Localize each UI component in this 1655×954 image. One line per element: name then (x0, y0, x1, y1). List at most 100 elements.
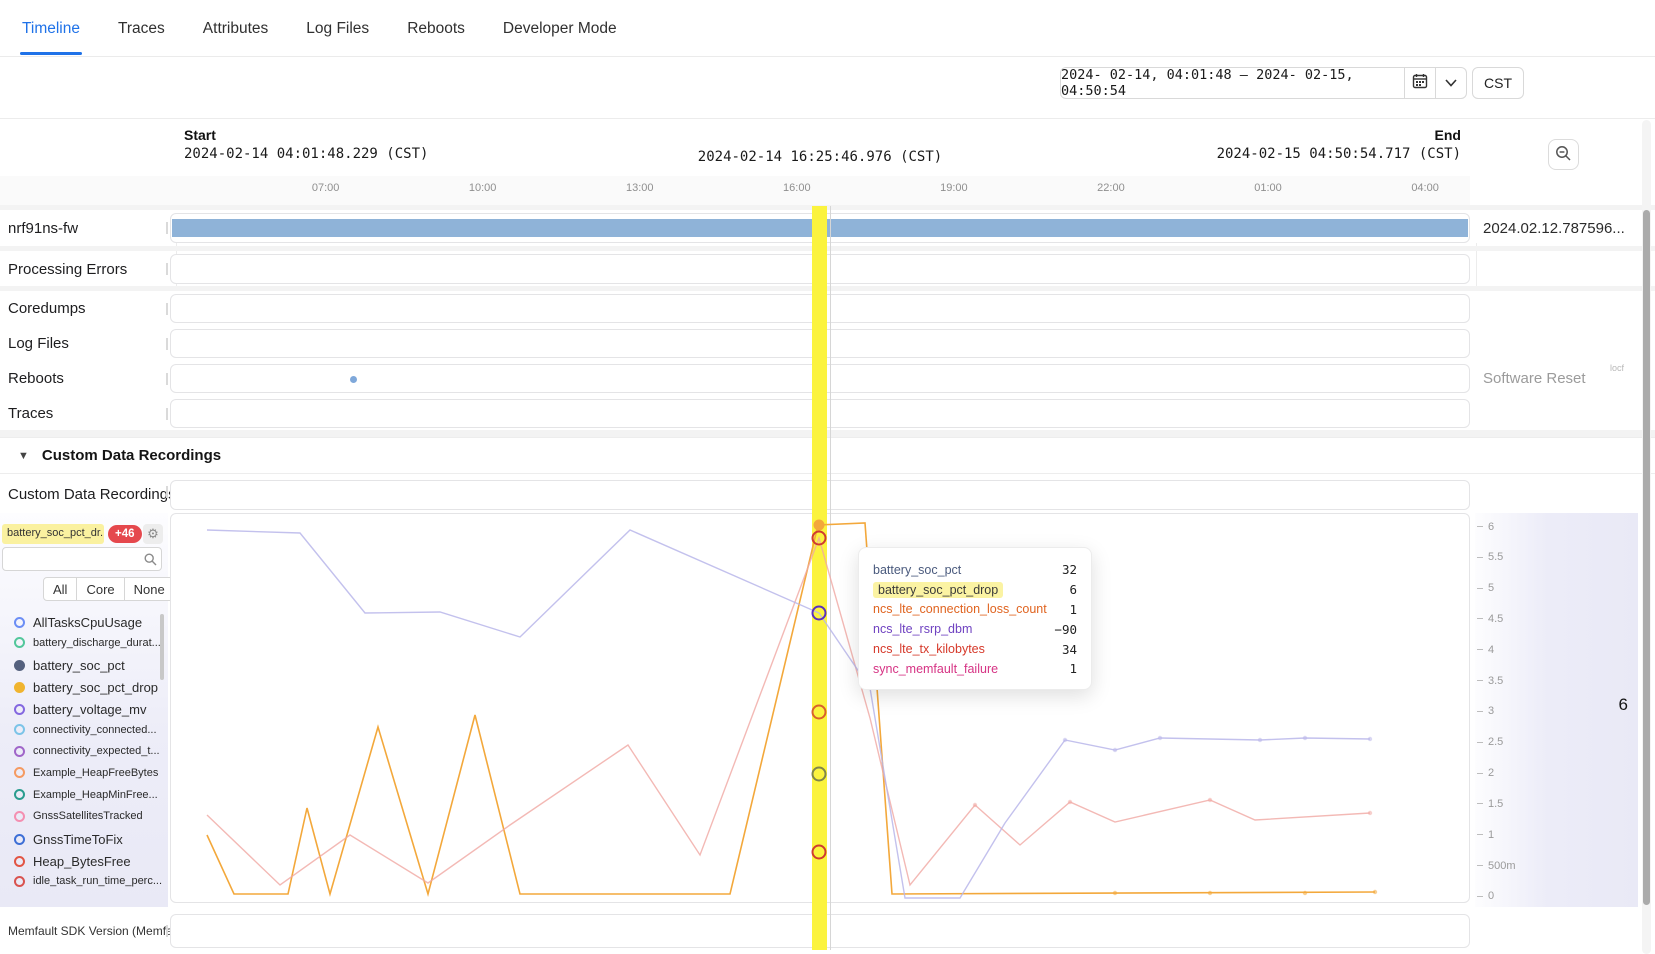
x-axis-tick-label: 04:00 (1411, 182, 1439, 194)
series-line-ncs_lte_rsrp_dbm (207, 530, 1370, 898)
metric-search (2, 547, 162, 571)
more-metrics-badge[interactable]: +46 (108, 525, 142, 543)
metric-item-connectivity_expected_t[interactable]: connectivity_expected_t... (14, 745, 160, 757)
metric-filter-buttons: AllCoreNone (43, 577, 175, 601)
lane-label-custom-data-recordings: Custom Data Recordings (8, 477, 176, 512)
tooltip-row-sync_memfault_failure: sync_memfault_failure1 (873, 659, 1077, 679)
filter-button-core[interactable]: Core (76, 577, 124, 601)
y-axis-tick-label: 0 (1488, 890, 1494, 902)
range-presets-button[interactable] (1436, 67, 1467, 99)
metric-item-example_heapminfree[interactable]: Example_HeapMinFree... (14, 789, 158, 801)
lane-group-separator (0, 286, 1655, 291)
series-point-ncs_lte_rsrp_dbm (1258, 738, 1262, 742)
metric-item-alltaskscpuusage[interactable]: AllTasksCpuUsage (14, 615, 142, 630)
tooltip-metric-value: 32 (1062, 562, 1077, 577)
metric-color-dot (14, 617, 25, 628)
zoom-out-button[interactable] (1548, 139, 1579, 170)
section-custom-data-recordings[interactable]: ▼ Custom Data Recordings (0, 437, 1655, 474)
tab-traces[interactable]: Traces (116, 2, 167, 54)
y-axis-tick-mark (1477, 896, 1483, 897)
filter-button-all[interactable]: All (43, 577, 77, 601)
device-timeline-page: Timeline Traces Attributes Log Files Reboots… (0, 0, 1655, 954)
lane-group-separator (0, 430, 1655, 437)
tooltip-metric-value: 1 (1069, 661, 1077, 676)
y-axis-tick-label: 1.5 (1488, 798, 1503, 810)
y-axis-tick-label: 2.5 (1488, 736, 1503, 748)
time-axis: 07:0010:0013:0016:0019:0022:0001:0004:00 (0, 176, 1470, 206)
tab-attributes[interactable]: Attributes (201, 2, 270, 54)
lane-label-processing-errors: Processing Errors (8, 251, 127, 287)
series-line-battery_soc_pct_drop (207, 523, 1375, 894)
metric-name: battery_discharge_durat... (33, 637, 161, 649)
metric-item-gnsssatellitestracked[interactable]: GnssSatellitesTracked (14, 810, 143, 822)
metric-item-heap_bytesfree[interactable]: Heap_BytesFree (14, 854, 131, 869)
x-axis-tick-label: 01:00 (1254, 182, 1282, 194)
metric-search-input[interactable] (7, 549, 141, 569)
end-time: 2024-02-15 04:50:54.717 (CST) (1217, 146, 1461, 162)
y-axis-tick-mark (1477, 649, 1483, 650)
metric-item-idle_task_run_time_perc[interactable]: idle_task_run_time_perc... (14, 875, 162, 887)
selected-metric-chip[interactable]: battery_soc_pct_dr... (2, 524, 104, 544)
calendar-button[interactable] (1405, 67, 1436, 99)
metric-item-battery_voltage_mv[interactable]: battery_voltage_mv (14, 702, 146, 717)
tooltip-row-ncs_lte_connection_loss_count: ncs_lte_connection_loss_count1 (873, 600, 1077, 620)
metric-color-dot (14, 724, 25, 735)
timezone-button[interactable]: CST (1472, 67, 1524, 99)
x-axis-tick-label: 19:00 (940, 182, 968, 194)
search-icon (144, 553, 157, 566)
metric-item-gnsstimetofix[interactable]: GnssTimeToFix (14, 832, 123, 847)
section-title: Custom Data Recordings (42, 447, 221, 464)
hover-marker (815, 521, 824, 530)
metric-item-battery_soc_pct[interactable]: battery_soc_pct (14, 658, 125, 673)
tooltip-metric-label: battery_soc_pct (873, 563, 961, 577)
tab-developer-mode[interactable]: Developer Mode (501, 2, 619, 54)
metric-name: battery_voltage_mv (33, 702, 146, 717)
tab-timeline[interactable]: Timeline (20, 2, 82, 54)
metric-list-scrollbar[interactable] (160, 614, 164, 680)
tab-reboots[interactable]: Reboots (405, 2, 467, 54)
metric-name: idle_task_run_time_perc... (33, 875, 162, 887)
metric-name: Example_HeapFreeBytes (33, 767, 158, 779)
tooltip-metric-value: −90 (1054, 622, 1077, 637)
y-axis-tick-mark (1477, 557, 1483, 558)
date-range-input[interactable]: 2024- 02-14, 04:01:48 – 2024- 02-15, 04:… (1060, 67, 1405, 99)
y-axis-tick-mark (1477, 803, 1483, 804)
metric-item-battery_discharge_durat[interactable]: battery_discharge_durat... (14, 637, 161, 649)
metric-item-connectivity_connected[interactable]: connectivity_connected... (14, 724, 157, 736)
gear-icon[interactable]: ⚙ (143, 524, 163, 544)
filter-button-none[interactable]: None (124, 577, 175, 601)
tab-log-files[interactable]: Log Files (304, 2, 371, 54)
page-scrollbar-thumb[interactable] (1643, 210, 1650, 905)
tooltip-metric-value: 34 (1062, 642, 1077, 657)
series-point-ncs_lte_tx_kilobytes (1068, 800, 1072, 804)
lane-group-separator (0, 205, 1655, 210)
metric-item-battery_soc_pct_drop[interactable]: battery_soc_pct_drop (14, 680, 158, 695)
value-axis-panel: 65.554.543.532.521.51500m0 6 (1475, 513, 1638, 907)
series-point-battery_soc_pct_drop (1113, 891, 1117, 895)
metric-color-dot (14, 789, 25, 800)
tooltip-metric-label: ncs_lte_tx_kilobytes (873, 642, 985, 656)
lane-annotation-fw-version: 2024.02.12.787596... (1483, 210, 1625, 246)
metric-legend-panel: battery_soc_pct_dr... +46 ⚙ AllCoreNone … (0, 513, 168, 907)
lane-group-separator (0, 246, 1655, 251)
collapse-caret-icon[interactable]: ▼ (18, 450, 29, 462)
hover-marker (813, 706, 826, 719)
series-point-battery_soc_pct_drop (1303, 891, 1307, 895)
lane-track-handle (166, 303, 168, 315)
x-axis-tick-label: 16:00 (783, 182, 811, 194)
metric-color-dot (14, 767, 25, 778)
chevron-down-icon (1445, 74, 1457, 92)
series-point-ncs_lte_rsrp_dbm (1158, 736, 1162, 740)
tab-bar: Timeline Traces Attributes Log Files Reboots… (0, 0, 1655, 57)
metric-color-dot (14, 682, 25, 693)
reboot-event-dot[interactable] (350, 376, 357, 383)
tooltip-row-ncs_lte_tx_kilobytes: ncs_lte_tx_kilobytes 34 (873, 639, 1077, 659)
metric-item-example_heapfreebytes[interactable]: Example_HeapFreeBytes (14, 767, 158, 779)
lane-label-log-files: Log Files (8, 326, 69, 361)
y-axis-tick-mark (1477, 711, 1483, 712)
calendar-icon (1412, 73, 1428, 94)
y-axis-tick-mark (1477, 742, 1483, 743)
metric-color-dot (14, 637, 25, 648)
y-axis-tick-label: 6 (1488, 521, 1494, 533)
start-label: Start (184, 127, 428, 143)
